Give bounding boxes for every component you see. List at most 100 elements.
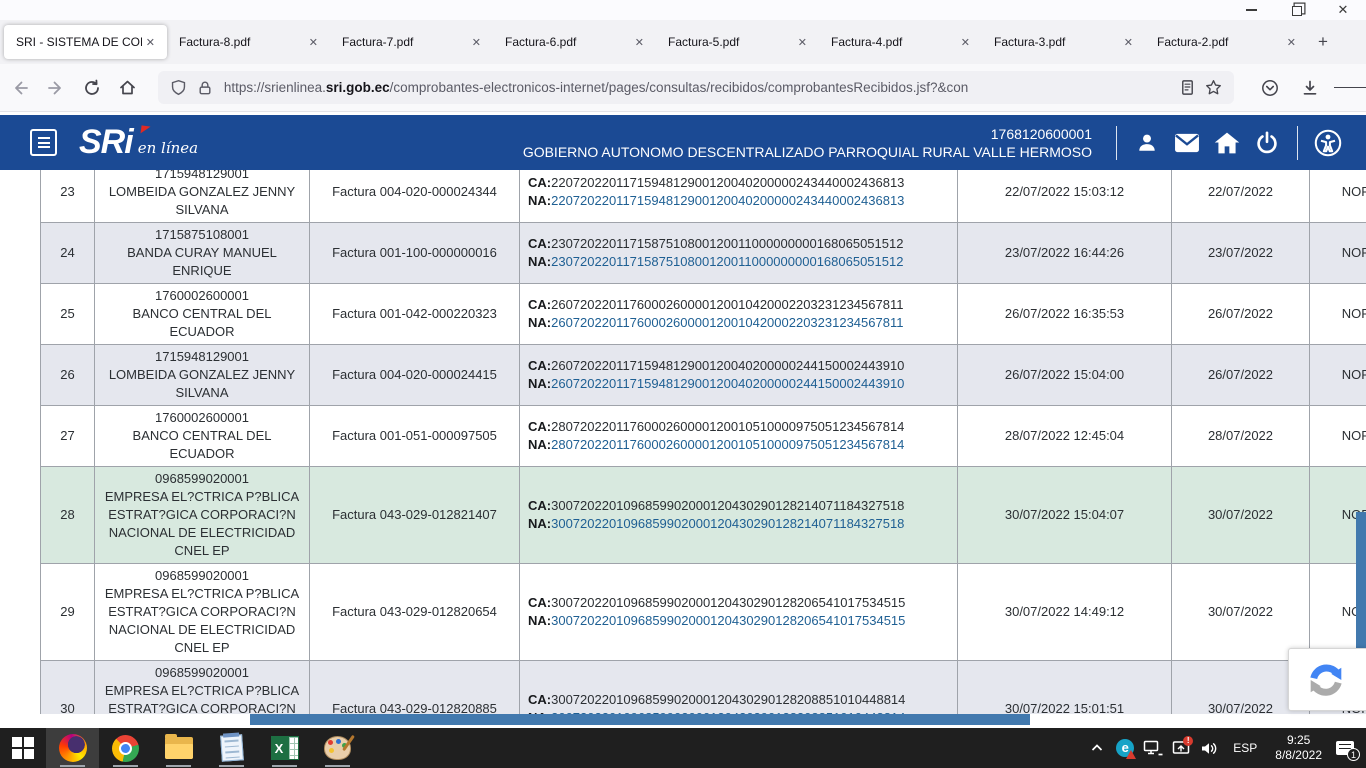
network-icon[interactable] (1139, 728, 1167, 768)
row-number: 24 (40, 223, 95, 284)
new-tab-button[interactable]: + (1308, 30, 1338, 54)
tab-close-icon[interactable]: ✕ (305, 34, 322, 51)
app-menu-icon[interactable] (1334, 72, 1366, 104)
close-icon[interactable]: ✕ (1320, 0, 1366, 20)
tray-expand-chevron-icon[interactable] (1083, 728, 1111, 768)
menu-item[interactable] (104, 8, 120, 12)
menu-item[interactable] (8, 8, 24, 12)
taskbar-file-explorer[interactable] (152, 728, 205, 768)
table-row[interactable]: 23 1715948129001 LOMBEIDA GONZALEZ JENNY… (40, 170, 1366, 223)
issuer-cell: 1760002600001 BANCO CENTRAL DEL ECUADOR (95, 284, 310, 345)
table-row[interactable]: 27 1760002600001 BANCO CENTRAL DEL ECUAD… (40, 406, 1366, 467)
status-cell: NORMAL (1310, 170, 1366, 223)
tab-title: SRI - SISTEMA DE COMP (16, 35, 142, 49)
url-bar[interactable]: https://srienlinea.sri.gob.ec/comprobant… (158, 71, 1234, 104)
tab-title: Factura-6.pdf (505, 35, 631, 49)
reload-button[interactable] (76, 72, 108, 104)
recaptcha-badge[interactable] (1288, 648, 1366, 711)
screen-share-icon[interactable]: ! (1167, 728, 1195, 768)
browser-tab[interactable]: Factura-5.pdf ✕ (656, 25, 819, 59)
row-number: 29 (40, 564, 95, 661)
antivirus-icon[interactable]: e (1111, 728, 1139, 768)
status-cell: NORMAL (1310, 223, 1366, 284)
taskbar-chrome[interactable] (99, 728, 152, 768)
menu-item[interactable] (24, 8, 40, 12)
pocket-icon[interactable] (1254, 72, 1286, 104)
authorization-date-cell: 22/07/2022 15:03:12 (958, 170, 1172, 223)
minimize-icon[interactable] (1228, 0, 1274, 20)
downloads-icon[interactable] (1294, 72, 1326, 104)
table-row[interactable]: 24 1715875108001 BANDA CURAY MANUEL ENRI… (40, 223, 1366, 284)
divider (1297, 126, 1298, 160)
taskbar-excel[interactable]: X (258, 728, 311, 768)
tab-close-icon[interactable]: ✕ (794, 34, 811, 51)
forward-button[interactable] (40, 72, 72, 104)
taxpayer-ruc: 1768120600001 (523, 125, 1092, 143)
tab-title: Factura-3.pdf (994, 35, 1120, 49)
notifications-button[interactable]: 1 (1330, 728, 1360, 768)
tab-close-icon[interactable]: ✕ (1120, 34, 1137, 51)
browser-tab[interactable]: Factura-2.pdf ✕ (1145, 25, 1308, 59)
url-text: https://srienlinea.sri.gob.ec/comprobant… (224, 80, 1174, 95)
browser-tab[interactable]: Factura-4.pdf ✕ (819, 25, 982, 59)
home-icon[interactable] (1207, 126, 1247, 160)
tab-close-icon[interactable]: ✕ (957, 34, 974, 51)
document-cell: Factura 004-020-000024344 (310, 170, 520, 223)
taskbar-notepad[interactable] (205, 728, 258, 768)
window-controls: ✕ (1228, 0, 1366, 20)
bookmark-star-icon[interactable] (1200, 75, 1226, 101)
browser-tab[interactable]: SRI - SISTEMA DE COMP ✕ (4, 25, 167, 59)
issue-date-cell: 26/07/2022 (1172, 345, 1310, 406)
browser-tab[interactable]: Factura-8.pdf ✕ (167, 25, 330, 59)
document-cell: Factura 004-020-000024415 (310, 345, 520, 406)
taskbar-firefox[interactable] (46, 728, 99, 768)
user-icon[interactable] (1127, 126, 1167, 160)
start-button[interactable] (0, 728, 46, 768)
home-button[interactable] (112, 72, 144, 104)
table-row[interactable]: 25 1760002600001 BANCO CENTRAL DEL ECUAD… (40, 284, 1366, 345)
table-row[interactable]: 28 0968599020001 EMPRESA EL?CTRICA P?BLI… (40, 467, 1366, 564)
browser-tab[interactable]: Factura-6.pdf ✕ (493, 25, 656, 59)
file-explorer-icon (165, 737, 193, 759)
power-icon[interactable] (1247, 126, 1287, 160)
back-button[interactable] (4, 72, 36, 104)
accessibility-icon[interactable] (1308, 126, 1348, 160)
menu-item[interactable] (72, 8, 88, 12)
authorization-cell: CA:3007202201096859902000120430290128214… (520, 467, 958, 564)
volume-icon[interactable] (1195, 728, 1223, 768)
menu-item[interactable] (88, 8, 104, 12)
language-indicator[interactable]: ESP (1223, 741, 1267, 755)
lock-icon[interactable] (192, 75, 218, 101)
mail-icon[interactable] (1167, 126, 1207, 160)
table-row[interactable]: 29 0968599020001 EMPRESA EL?CTRICA P?BLI… (40, 564, 1366, 661)
access-key-line: CA:3007202201096859902000120430290128208… (528, 691, 905, 709)
reader-view-icon[interactable] (1174, 75, 1200, 101)
open-indicator (166, 765, 191, 767)
issuer-cell: 1715948129001 LOMBEIDA GONZALEZ JENNY SI… (95, 345, 310, 406)
shield-icon[interactable] (166, 75, 192, 101)
browser-tab[interactable]: Factura-7.pdf ✕ (330, 25, 493, 59)
reload-icon (83, 79, 101, 97)
open-indicator (325, 765, 350, 767)
tab-close-icon[interactable]: ✕ (1283, 34, 1300, 51)
tab-close-icon[interactable]: ✕ (468, 34, 485, 51)
clock[interactable]: 9:25 8/8/2022 (1267, 733, 1330, 763)
table-row[interactable]: 26 1715948129001 LOMBEIDA GONZALEZ JENNY… (40, 345, 1366, 406)
issuer-cell: 0968599020001 EMPRESA EL?CTRICA P?BLICA … (95, 564, 310, 661)
issuer-name: BANCO CENTRAL DEL ECUADOR (103, 427, 301, 463)
restore-icon[interactable] (1274, 0, 1320, 20)
tab-close-icon[interactable]: ✕ (142, 34, 159, 51)
tab-close-icon[interactable]: ✕ (631, 34, 648, 51)
menu-item[interactable] (56, 8, 72, 12)
issuer-ruc: 0968599020001 (155, 664, 249, 682)
horizontal-scrollbar-thumb[interactable] (250, 714, 1030, 725)
row-number: 23 (40, 170, 95, 223)
table-row[interactable]: 30 0968599020001 EMPRESA EL?CTRICA P?BLI… (40, 661, 1366, 714)
tab-title: Factura-2.pdf (1157, 35, 1283, 49)
menu-item[interactable] (40, 8, 56, 12)
taskbar-paint[interactable] (311, 728, 364, 768)
browser-tab[interactable]: Factura-3.pdf ✕ (982, 25, 1145, 59)
sidebar-menu-icon[interactable] (30, 129, 57, 156)
vertical-scrollbar-thumb[interactable] (1356, 512, 1366, 665)
issuer-name: LOMBEIDA GONZALEZ JENNY SILVANA (103, 183, 301, 219)
